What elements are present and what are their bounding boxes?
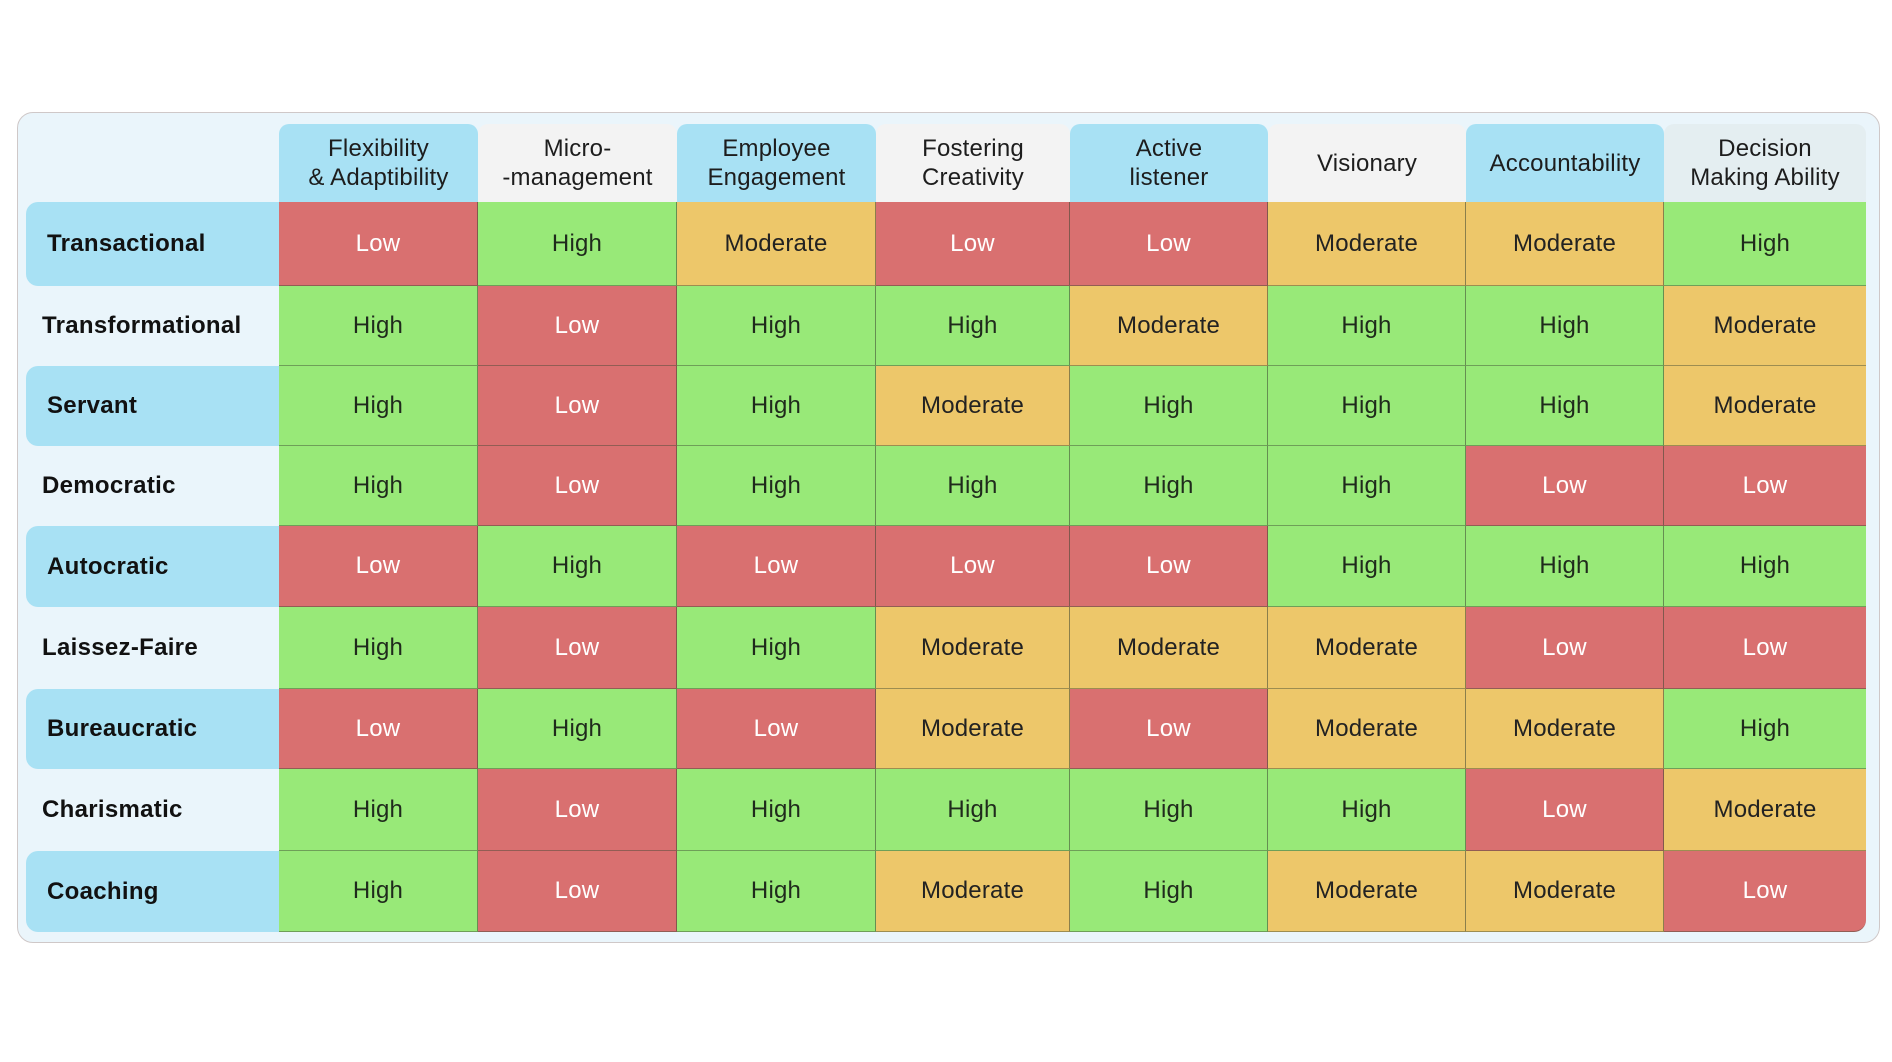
rating-cell: Moderate [1664,286,1866,366]
rating-cell: Low [677,526,876,607]
rating-cell: Moderate [1466,851,1664,932]
rating-cell: Moderate [876,366,1070,446]
rating-cell: Low [478,366,677,446]
rating-cell: High [677,769,876,851]
rating-cell: Moderate [1664,366,1866,446]
column-header: Visionary [1268,124,1466,202]
rating-cell: Moderate [876,851,1070,932]
rating-cell: High [1466,286,1664,366]
rating-cell: Moderate [1268,851,1466,932]
rating-cell: Low [1466,607,1664,689]
rating-cell: Low [1466,446,1664,526]
rating-cell: High [1664,689,1866,769]
rating-cell: Low [279,689,478,769]
rating-cell: High [677,607,876,689]
rating-cell: Low [876,202,1070,286]
rating-cell: High [279,286,478,366]
rating-cell: Low [279,202,478,286]
rating-cell: High [1466,366,1664,446]
rating-cell: Moderate [876,607,1070,689]
rating-cell: High [478,689,677,769]
rating-cell: High [1664,526,1866,607]
row-header: Democratic [42,472,176,499]
column-header: Active listener [1070,124,1268,202]
rating-cell: High [279,446,478,526]
rating-cell: High [478,202,677,286]
rating-cell: Moderate [1664,769,1866,851]
rating-cell: High [1268,366,1466,446]
rating-cell: High [876,286,1070,366]
rating-cell: High [876,446,1070,526]
rating-cell: Low [677,689,876,769]
column-header: Employee Engagement [677,124,876,202]
rating-cell: High [677,286,876,366]
rating-cell: High [876,769,1070,851]
rating-cell: Moderate [1070,286,1268,366]
column-header: Micro- -management [478,124,677,202]
rating-cell: High [279,851,478,932]
rating-cell: High [1070,366,1268,446]
rating-cell: High [1268,526,1466,607]
rating-cell: High [279,366,478,446]
column-header: Flexibility & Adaptibility [279,124,478,202]
rating-cell: Low [1664,851,1866,932]
row-header: Autocratic [26,526,279,607]
rating-cell: High [1466,526,1664,607]
rating-cell: Low [279,526,478,607]
rating-cell: Low [1664,446,1866,526]
rating-cell: High [478,526,677,607]
rating-cell: High [677,446,876,526]
row-header: Bureaucratic [26,689,279,769]
rating-cell: Moderate [1070,607,1268,689]
rating-cell: High [677,851,876,932]
rating-cell: Moderate [1466,202,1664,286]
column-header: Fostering Creativity [876,124,1070,202]
rating-cell: High [1268,769,1466,851]
rating-cell: Low [478,446,677,526]
rating-cell: High [279,769,478,851]
rating-cell: High [279,607,478,689]
rating-cell: High [1268,286,1466,366]
row-header: Charismatic [42,796,183,823]
rating-cell: Low [1070,202,1268,286]
rating-cell: Moderate [1268,689,1466,769]
rating-cell: Moderate [1268,202,1466,286]
rating-cell: Moderate [1466,689,1664,769]
rating-cell: Low [1070,689,1268,769]
rating-cell: Moderate [677,202,876,286]
rating-cell: Low [876,526,1070,607]
rating-cell: Moderate [876,689,1070,769]
row-header: Coaching [26,851,279,932]
rating-cell: High [1070,769,1268,851]
rating-cell: Low [478,769,677,851]
rating-cell: High [1070,851,1268,932]
rating-cell: High [677,366,876,446]
column-header: Decision Making Ability [1664,124,1866,202]
rating-cell: Low [1466,769,1664,851]
rating-cell: Low [478,607,677,689]
rating-cell: Low [478,851,677,932]
rating-cell: High [1070,446,1268,526]
row-header: Transactional [26,202,279,286]
rating-cell: Low [1664,607,1866,689]
row-header: Servant [26,366,279,446]
rating-cell: High [1664,202,1866,286]
row-header: Laissez-Faire [42,634,198,661]
rating-cell: Low [478,286,677,366]
row-header: Transformational [42,312,242,339]
column-header: Accountability [1466,124,1664,202]
rating-cell: Moderate [1268,607,1466,689]
rating-cell: High [1268,446,1466,526]
rating-cell: Low [1070,526,1268,607]
